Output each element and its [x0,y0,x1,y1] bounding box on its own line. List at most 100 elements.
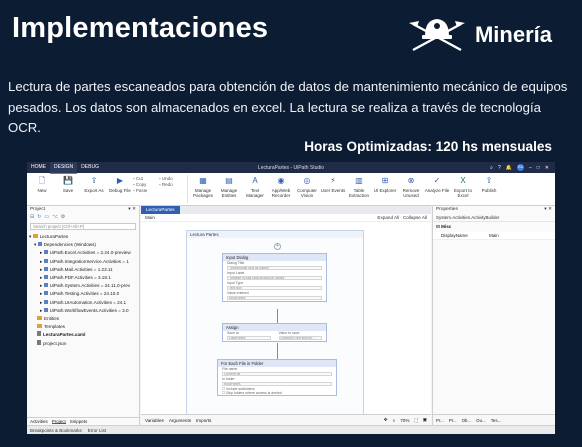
redo-button[interactable]: Redo [159,182,185,187]
input-label-field[interactable]: "Ingrese la ruta para lectura de partes" [227,276,322,280]
tree-folder-templates[interactable]: Templates [29,323,137,331]
add-activity-button[interactable]: + [274,243,281,250]
tab-object-repo[interactable]: Ob... [462,418,472,423]
collapse-all-link[interactable]: Collapse All [403,215,427,220]
fit-icon[interactable]: ⛶ [414,418,417,423]
designer-canvas[interactable]: Lectura Partes + Input Dialog Dialog Tit… [141,223,431,414]
tree-package[interactable]: ▸ UiPath.Testing.Activities = 24.10.0 [29,290,137,298]
tab-debug[interactable]: DEBUG [77,162,103,173]
tab-activities[interactable]: Activities [30,419,48,424]
tree-file-main[interactable]: LecturaPartes.xaml [29,331,137,339]
tree-package[interactable]: ▸ UiPath.Excel.Activities = 2.24.0-previ… [29,249,137,257]
status-bar: Breakpoints & Bookmarks Error List [27,425,555,434]
panel-menu-icon[interactable]: ▾ ✕ [128,207,136,213]
user-events-button[interactable]: ⚡ User Events [320,175,346,194]
analyze-icon: ✓ [433,176,441,185]
value-entered-field[interactable]: RutaPartes [227,296,322,300]
tree-package[interactable]: ▸ UiPath.IntegrationService.Activities =… [29,258,137,266]
assign-activity[interactable]: Assign Save to ListaPartes Value to save… [222,323,327,342]
export-excel-button[interactable]: X Export to Excel [450,175,476,199]
new-button[interactable]: 🗋 New [29,175,55,194]
skip-folders-checkbox[interactable]: ☐ Skip folders where access is denied [218,391,336,395]
filter-icon[interactable]: ⌥ [52,214,58,222]
tab-arguments[interactable]: Arguments [169,418,191,423]
properties-subtitle: System.Activities.ActivityBuilder [433,214,555,222]
ui-explorer-button[interactable]: ⊞ UI Explorer [372,175,398,194]
breakpoints-tab[interactable]: Breakpoints & Bookmarks [30,428,82,433]
packages-icon: ▦ [199,176,207,185]
publish-button[interactable]: ⇧ Publish [476,175,502,194]
collapse-icon[interactable]: ⊟ [30,214,34,222]
current-file-field[interactable]: CurrentFile [222,372,332,376]
paste-button[interactable]: Paste [133,188,159,193]
assign-to-field[interactable]: ListaPartes [227,336,271,340]
properties-menu-icon[interactable]: ▾ ✕ [544,207,552,213]
sequence-container[interactable]: Lectura Partes + Input Dialog Dialog Tit… [186,230,364,414]
table-extraction-button[interactable]: ▥ Table Extraction [346,175,372,199]
in-folder-field[interactable]: RutaPartes [222,382,332,386]
tab-design[interactable]: DESIGN [50,162,78,174]
tab-properties-2[interactable]: Pr... [449,418,457,423]
folder-open-icon[interactable]: ▭ [44,214,49,222]
zoom-search-icon[interactable]: ⌕ [393,418,396,423]
tab-variables[interactable]: Variables [145,418,164,423]
tree-file-project[interactable]: project.json [29,339,137,348]
excel-icon: X [460,176,466,185]
new-file-icon: 🗋 [38,176,46,185]
manage-entities-button[interactable]: ▤ Manage Entities [216,175,242,199]
remove-unused-button[interactable]: ⊗ Remove Unused [398,175,424,199]
tab-home[interactable]: HOME [27,162,50,173]
assign-value-field[interactable]: Directory.GetFiles(Ru... [278,336,322,340]
properties-group-misc[interactable]: ⊟ Misc [433,222,555,232]
property-value[interactable]: Main [489,233,499,238]
undo-button[interactable]: Undo [159,176,185,181]
copy-button[interactable]: Copy [133,182,159,187]
tab-test-explorer[interactable]: Tes... [491,418,502,423]
computer-vision-button[interactable]: ◎ Computer Vision [294,175,320,199]
expand-all-link[interactable]: Expand All [377,215,399,220]
breadcrumb[interactable]: Main [145,215,155,220]
tree-root[interactable]: ▾ LecturaPartes [29,233,137,241]
close-icon[interactable]: ✕ [545,165,549,171]
text-manager-button[interactable]: A Text Manager [242,175,268,199]
save-button[interactable]: 💾 Save [55,175,81,194]
search-icon[interactable]: ⌕ [490,165,493,171]
analyze-file-button[interactable]: ✓ Analyze File [424,175,450,194]
document-tab[interactable]: LecturaPartes [141,206,180,214]
tree-package[interactable]: ▸ UiPath.UIAutomation.Activities = 24.1 [29,299,137,307]
tab-imports[interactable]: Imports [196,418,211,423]
input-dialog-activity[interactable]: Input Dialog Dialog Title "Seleccionar r… [222,253,327,302]
minimize-icon[interactable]: – [529,165,532,171]
cut-button[interactable]: Cut [133,176,159,181]
tree-folder-entities[interactable]: Entities [29,315,137,323]
tab-properties[interactable]: Pr... [436,418,444,423]
zoom-level[interactable]: 70% [400,418,409,423]
tab-snippets[interactable]: Snippets [70,419,88,424]
tab-project[interactable]: Project [51,419,66,424]
dialog-title-field[interactable]: "Seleccionar ruta de partes" [227,266,322,270]
tab-outline[interactable]: Ou... [476,418,486,423]
for-each-file-activity[interactable]: For Each File in Folder File name Curren… [217,359,337,396]
project-search-input[interactable]: Search project (Ctrl+Alt+P) [30,223,136,230]
tree-package[interactable]: ▸ UiPath.Mail.Activities = 1.23.11 [29,266,137,274]
tree-package[interactable]: ▸ UiPath.PDF.Activities = 3.18.1 [29,274,137,282]
notifications-icon[interactable]: 🔔 [506,165,512,171]
error-list-tab[interactable]: Error List [88,428,106,433]
tree-dependencies[interactable]: ▾ Dependencies (Windows) [29,241,137,249]
recorder-button[interactable]: ◉ App/Web Recorder [268,175,294,199]
manage-packages-button[interactable]: ▦ Manage Packages [190,175,216,199]
property-row[interactable]: DisplayName Main [433,232,555,240]
maximize-icon[interactable]: □ [537,165,540,171]
overview-icon[interactable]: ▣ [423,417,427,423]
avatar[interactable]: EA [516,164,524,171]
events-icon: ⚡ [330,176,336,185]
input-type-select[interactable]: Text Box [227,286,322,290]
help-icon[interactable]: ? [498,165,501,171]
tree-package[interactable]: ▸ UiPath.System.Activities = 24.11.0-pre… [29,282,137,290]
export-button[interactable]: ⇪ Export As [81,175,107,194]
settings-icon[interactable]: ⚙ [61,214,65,222]
refresh-icon[interactable]: ↻ [37,214,41,222]
debug-button[interactable]: ▶ Debug File [107,175,133,194]
tree-package[interactable]: ▸ UiPath.WorkflowEvents.Activities = 3.0 [29,307,137,315]
pan-icon[interactable]: ✥ [384,417,388,423]
